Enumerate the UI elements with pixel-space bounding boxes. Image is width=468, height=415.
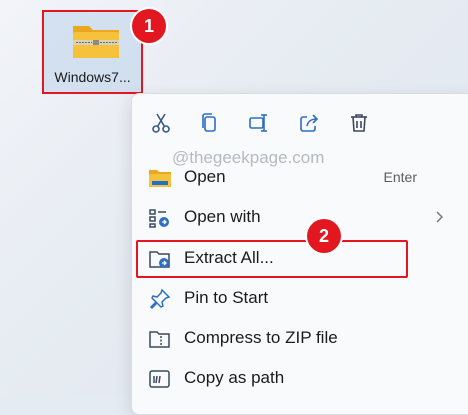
pin-icon bbox=[149, 288, 171, 310]
copy-button[interactable] bbox=[194, 108, 224, 138]
menu-item-label: Compress to ZIP file bbox=[184, 328, 338, 347]
rename-button[interactable] bbox=[244, 108, 274, 138]
copy-icon bbox=[202, 113, 216, 132]
trash-icon bbox=[351, 114, 367, 132]
menu-item-pin-to-start[interactable]: Pin to Start bbox=[136, 279, 468, 317]
folder-icon bbox=[149, 170, 171, 187]
desktop-file-label: Windows7... bbox=[54, 69, 131, 85]
share-button[interactable] bbox=[294, 108, 324, 138]
menu-item-copy-as-path[interactable]: Copy as path bbox=[136, 359, 468, 397]
menu-item-accelerator: Enter bbox=[383, 169, 417, 185]
desktop-file-windows7[interactable]: Windows7... bbox=[42, 10, 143, 94]
menu-item-label: Open with bbox=[184, 207, 261, 226]
copy-path-icon bbox=[149, 370, 170, 388]
menu-item-label: Copy as path bbox=[184, 368, 285, 387]
menu-item-label: Open bbox=[184, 167, 226, 186]
rename-icon bbox=[249, 114, 267, 132]
desktop: Windows7... 1 @thegeekpage.com Open Ente… bbox=[0, 0, 468, 415]
menu-item-open-with[interactable]: Open with bbox=[136, 198, 468, 236]
menu-item-compress-zip[interactable]: Compress to ZIP file bbox=[136, 319, 468, 357]
step-badge-2: 2 bbox=[307, 219, 341, 253]
context-toolbar bbox=[132, 94, 468, 150]
open-with-icon bbox=[149, 209, 169, 228]
share-icon bbox=[300, 114, 319, 132]
zip-folder-icon bbox=[73, 26, 119, 58]
delete-button[interactable] bbox=[344, 108, 374, 138]
menu-item-open[interactable]: Open Enter bbox=[136, 158, 468, 196]
cut-button[interactable] bbox=[146, 108, 176, 138]
chevron-right-icon bbox=[436, 211, 444, 223]
scissors-icon bbox=[152, 113, 170, 133]
menu-item-label: Pin to Start bbox=[184, 288, 269, 307]
extract-all-highlight bbox=[136, 240, 408, 278]
step-badge-1: 1 bbox=[132, 9, 166, 43]
zip-icon bbox=[149, 331, 170, 348]
